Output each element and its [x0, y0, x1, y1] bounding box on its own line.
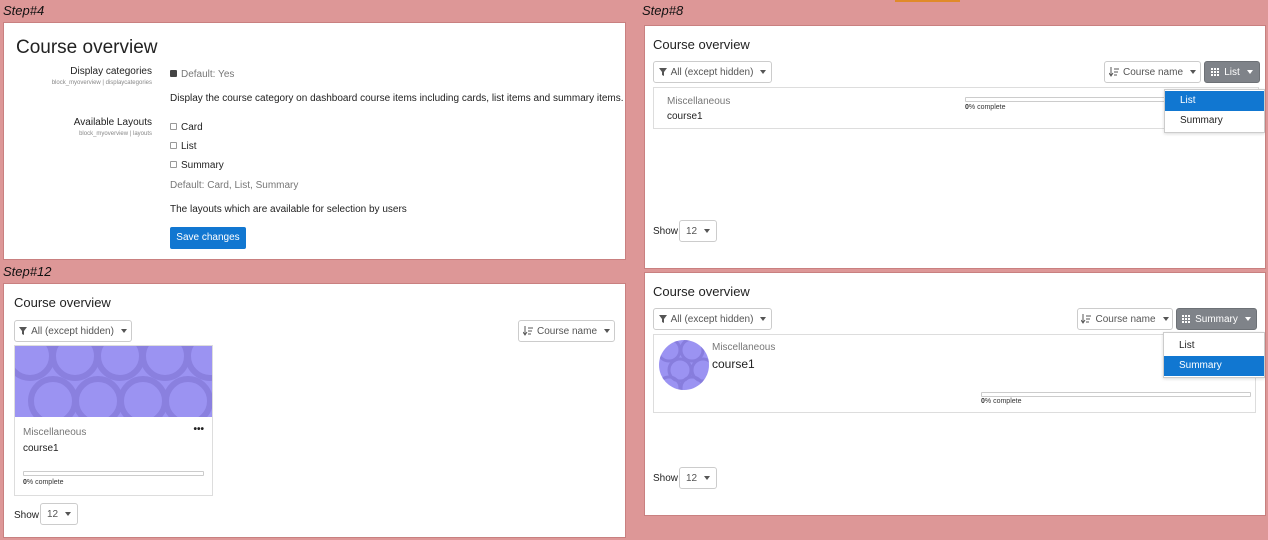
- step-12-label: Step#12: [3, 264, 52, 279]
- chevron-down-icon: [760, 70, 767, 74]
- sort-icon: [522, 326, 533, 336]
- list-view-panel: Course overview All (except hidden) Cour…: [644, 25, 1266, 269]
- step-8-label: Step#8: [642, 3, 684, 18]
- progress-bar: [981, 392, 1251, 397]
- progress-bar: [23, 471, 204, 476]
- grid-icon: [1182, 315, 1191, 323]
- accent-line: [895, 0, 960, 2]
- display-categories-key: block_myoverview | displaycategories: [51, 80, 152, 86]
- display-categories-label-group: Display categories block_myoverview | di…: [4, 66, 152, 96]
- per-page-dropdown[interactable]: 12: [679, 467, 717, 489]
- layout-summary-checkbox[interactable]: [170, 161, 177, 168]
- course-image: [15, 346, 212, 417]
- sort-dropdown[interactable]: Course name: [1077, 308, 1173, 330]
- chevron-down-icon: [704, 229, 711, 233]
- filter-dropdown[interactable]: All (except hidden): [14, 320, 132, 342]
- layout-menu-item-summary[interactable]: Summary: [1164, 356, 1264, 376]
- chevron-down-icon: [1162, 317, 1169, 321]
- chevron-down-icon: [760, 317, 767, 321]
- block-title: Course overview: [653, 37, 750, 52]
- layout-menu: List Summary: [1164, 89, 1265, 133]
- filter-icon: [19, 327, 28, 335]
- filter-dropdown[interactable]: All (except hidden): [653, 308, 772, 330]
- chevron-down-icon: [65, 512, 72, 516]
- layout-dropdown[interactable]: Summary: [1176, 308, 1257, 330]
- per-page-value: 12: [685, 472, 698, 484]
- step-4-label: Step#4: [3, 3, 45, 18]
- course-image: [659, 340, 709, 390]
- layout-label: Summary: [1195, 313, 1238, 325]
- show-label: Show: [653, 226, 679, 237]
- card-menu-icon[interactable]: •••: [193, 424, 204, 435]
- display-categories-description: Display the course category on dashboard…: [170, 93, 624, 104]
- chevron-down-icon: [604, 329, 611, 333]
- layout-card-label: Card: [181, 122, 203, 133]
- block-title: Course overview: [14, 295, 111, 310]
- filter-icon: [658, 315, 667, 323]
- course-category: Miscellaneous: [23, 427, 87, 438]
- available-layouts-key: block_myoverview | layouts: [79, 131, 152, 137]
- block-title: Course overview: [653, 284, 750, 299]
- progress-text: 0% complete: [23, 479, 64, 486]
- display-categories-checkbox[interactable]: [170, 70, 177, 77]
- card-view-panel: Course overview All (except hidden) Cour…: [3, 283, 626, 538]
- filter-label: All (except hidden): [670, 66, 754, 78]
- sort-label: Course name: [536, 325, 598, 337]
- layout-summary-label: Summary: [181, 160, 224, 171]
- layout-label: List: [1224, 66, 1240, 78]
- sort-label: Course name: [1122, 66, 1184, 78]
- layout-list-label: List: [181, 141, 197, 152]
- sort-icon: [1108, 67, 1119, 77]
- filter-label: All (except hidden): [670, 313, 754, 325]
- course-category: Miscellaneous: [712, 342, 776, 353]
- layout-menu-item-list[interactable]: List: [1165, 91, 1264, 111]
- filter-icon: [658, 68, 667, 76]
- layout-dropdown[interactable]: List: [1204, 61, 1260, 83]
- filter-dropdown[interactable]: All (except hidden): [653, 61, 772, 83]
- chevron-down-icon: [120, 329, 127, 333]
- course-name[interactable]: course1: [23, 443, 59, 454]
- course-card[interactable]: Miscellaneous ••• course1 0% complete: [14, 345, 213, 496]
- filter-label: All (except hidden): [31, 325, 114, 337]
- layouts-default: Default: Card, List, Summary: [170, 180, 299, 191]
- progress-text: 0% complete: [981, 398, 1022, 405]
- chevron-down-icon: [704, 476, 711, 480]
- available-layouts-label-group: Available Layouts block_myoverview | lay…: [4, 117, 152, 147]
- show-label: Show: [14, 510, 40, 521]
- layout-menu-item-list[interactable]: List: [1164, 336, 1264, 356]
- sort-dropdown[interactable]: Course name: [518, 320, 615, 342]
- course-name[interactable]: course1: [667, 111, 703, 122]
- save-changes-button[interactable]: Save changes: [170, 227, 246, 249]
- layout-menu: List Summary: [1163, 332, 1265, 378]
- summary-view-panel: Course overview All (except hidden) Cour…: [644, 272, 1266, 516]
- settings-panel: Course overview Display categories block…: [3, 22, 626, 260]
- progress-text: 0% complete: [965, 104, 1006, 111]
- chevron-down-icon: [1246, 70, 1253, 74]
- course-category: Miscellaneous: [667, 96, 731, 107]
- layout-card-checkbox[interactable]: [170, 123, 177, 130]
- sort-label: Course name: [1095, 313, 1156, 325]
- layouts-description: The layouts which are available for sele…: [170, 204, 407, 215]
- display-categories-label: Display categories: [70, 66, 152, 77]
- sort-dropdown[interactable]: Course name: [1104, 61, 1201, 83]
- display-categories-default: Default: Yes: [181, 69, 235, 80]
- per-page-value: 12: [685, 225, 698, 237]
- layout-menu-item-summary[interactable]: Summary: [1165, 111, 1264, 131]
- per-page-value: 12: [46, 508, 59, 520]
- layout-list-checkbox[interactable]: [170, 142, 177, 149]
- course-name[interactable]: course1: [712, 357, 755, 371]
- available-layouts-label: Available Layouts: [73, 117, 152, 128]
- grid-icon: [1211, 68, 1220, 76]
- chevron-down-icon: [1190, 70, 1197, 74]
- show-label: Show: [653, 473, 679, 484]
- chevron-down-icon: [1244, 317, 1251, 321]
- per-page-dropdown[interactable]: 12: [40, 503, 78, 525]
- per-page-dropdown[interactable]: 12: [679, 220, 717, 242]
- sort-icon: [1081, 314, 1092, 324]
- page-title: Course overview: [16, 37, 158, 58]
